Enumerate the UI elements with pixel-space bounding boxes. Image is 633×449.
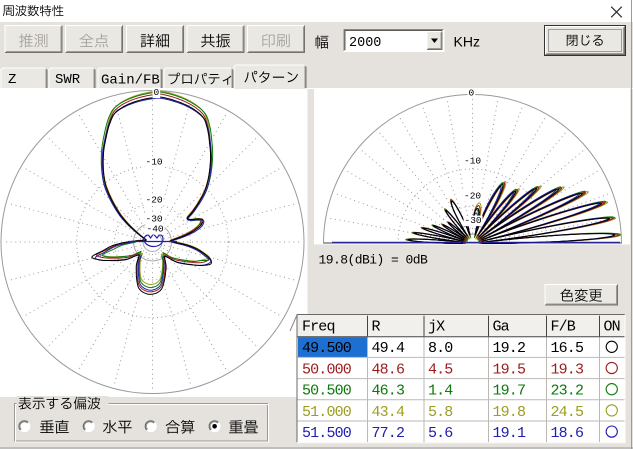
svg-text:19.3: 19.3 — [551, 361, 584, 378]
svg-text:1.4: 1.4 — [428, 383, 453, 400]
svg-text:18.6: 18.6 — [551, 425, 584, 442]
svg-text:16.5: 16.5 — [551, 340, 584, 357]
svg-text:23.2: 23.2 — [551, 383, 584, 400]
svg-text:49.500: 49.500 — [302, 340, 352, 357]
svg-text:Gain/FB: Gain/FB — [101, 73, 160, 89]
svg-text:-10: -10 — [146, 157, 163, 168]
svg-text:-30: -30 — [465, 215, 482, 226]
svg-text:Freq: Freq — [302, 319, 335, 336]
svg-text:ON: ON — [604, 319, 620, 336]
svg-text:jX: jX — [428, 319, 445, 336]
svg-text:51.500: 51.500 — [302, 425, 352, 442]
svg-text:19.7: 19.7 — [493, 383, 526, 400]
svg-text:SWR: SWR — [55, 72, 81, 88]
svg-text:0: 0 — [154, 87, 160, 98]
svg-text:8.0: 8.0 — [428, 340, 453, 357]
svg-text:50.000: 50.000 — [302, 361, 352, 378]
svg-text:-40: -40 — [147, 224, 164, 235]
svg-text:19.1: 19.1 — [493, 425, 526, 442]
svg-text:-20: -20 — [146, 195, 163, 206]
svg-text:24.5: 24.5 — [551, 404, 584, 421]
svg-text:49.4: 49.4 — [372, 340, 405, 357]
svg-text:0: 0 — [469, 88, 475, 99]
svg-text:F/B: F/B — [551, 319, 576, 336]
svg-text:R: R — [372, 319, 381, 336]
svg-text:19.2: 19.2 — [493, 340, 526, 357]
svg-text:50.500: 50.500 — [302, 383, 352, 400]
svg-text:2000: 2000 — [349, 36, 381, 51]
svg-text:43.4: 43.4 — [372, 404, 405, 421]
svg-text:Ga: Ga — [493, 319, 510, 336]
svg-text:48.6: 48.6 — [372, 361, 405, 378]
svg-text:5.6: 5.6 — [428, 425, 453, 442]
svg-text:19.8(dBi) = 0dB: 19.8(dBi) = 0dB — [319, 253, 429, 268]
svg-text:77.2: 77.2 — [372, 425, 405, 442]
svg-text:4.5: 4.5 — [428, 361, 453, 378]
svg-text:-20: -20 — [464, 191, 481, 202]
svg-text:KHz: KHz — [454, 34, 480, 50]
svg-text:19.5: 19.5 — [493, 361, 526, 378]
svg-text:46.3: 46.3 — [372, 383, 405, 400]
svg-text:19.8: 19.8 — [493, 404, 526, 421]
svg-text:51.000: 51.000 — [302, 404, 352, 421]
svg-text:Z: Z — [8, 72, 16, 88]
svg-text:5.8: 5.8 — [428, 404, 453, 421]
svg-text:-10: -10 — [464, 156, 481, 167]
